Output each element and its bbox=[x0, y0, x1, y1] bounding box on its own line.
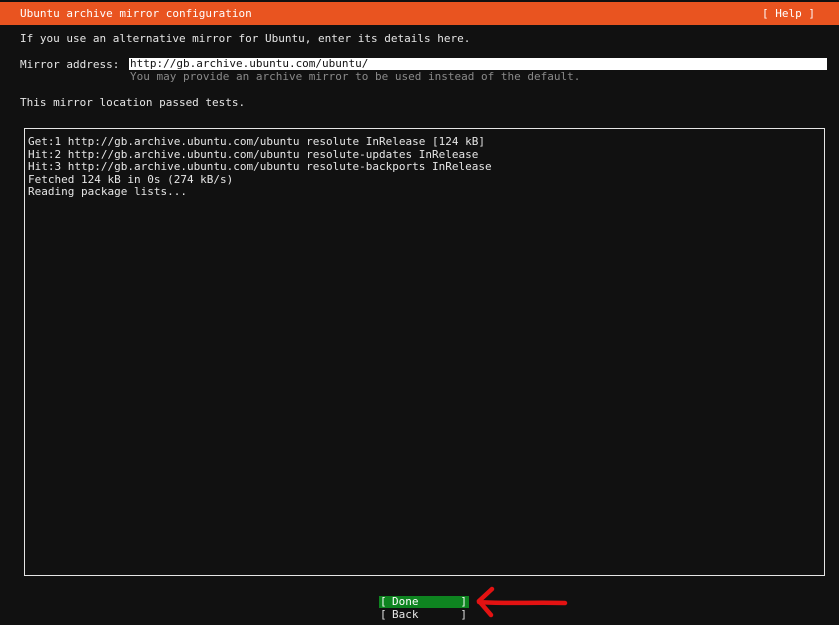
done-open-bracket: [ bbox=[380, 595, 387, 608]
back-open-bracket: [ bbox=[380, 608, 387, 621]
help-button[interactable]: [ Help ] bbox=[762, 7, 815, 21]
done-close-bracket: ] bbox=[460, 595, 467, 608]
status-message: This mirror location passed tests. bbox=[20, 96, 246, 109]
title-bar: Ubuntu archive mirror configuration [ He… bbox=[0, 2, 839, 25]
log-line: Reading package lists... bbox=[28, 185, 187, 199]
intro-text: If you use an alternative mirror for Ubu… bbox=[20, 32, 471, 45]
page-title: Ubuntu archive mirror configuration bbox=[20, 7, 252, 20]
mirror-address-label: Mirror address: bbox=[20, 58, 120, 71]
mirror-address-help: You may provide an archive mirror to be … bbox=[130, 70, 581, 83]
back-button[interactable]: [ Back ] bbox=[379, 608, 469, 621]
mirror-address-input[interactable] bbox=[129, 58, 827, 70]
arrow-shaft bbox=[476, 599, 568, 606]
red-arrow-icon bbox=[476, 586, 568, 618]
log-line: Get:1 http://gb.archive.ubuntu.com/ubunt… bbox=[28, 135, 485, 148]
back-label: Back bbox=[392, 608, 419, 621]
done-button[interactable]: [ Done ] bbox=[379, 595, 469, 608]
apt-log-output[interactable]: Get:1 http://gb.archive.ubuntu.com/ubunt… bbox=[24, 128, 825, 576]
done-label: Done bbox=[392, 595, 419, 608]
log-lines: Get:1 http://gb.archive.ubuntu.com/ubunt… bbox=[28, 135, 492, 199]
back-close-bracket: ] bbox=[460, 608, 467, 621]
log-line: Hit:3 http://gb.archive.ubuntu.com/ubunt… bbox=[28, 160, 492, 174]
